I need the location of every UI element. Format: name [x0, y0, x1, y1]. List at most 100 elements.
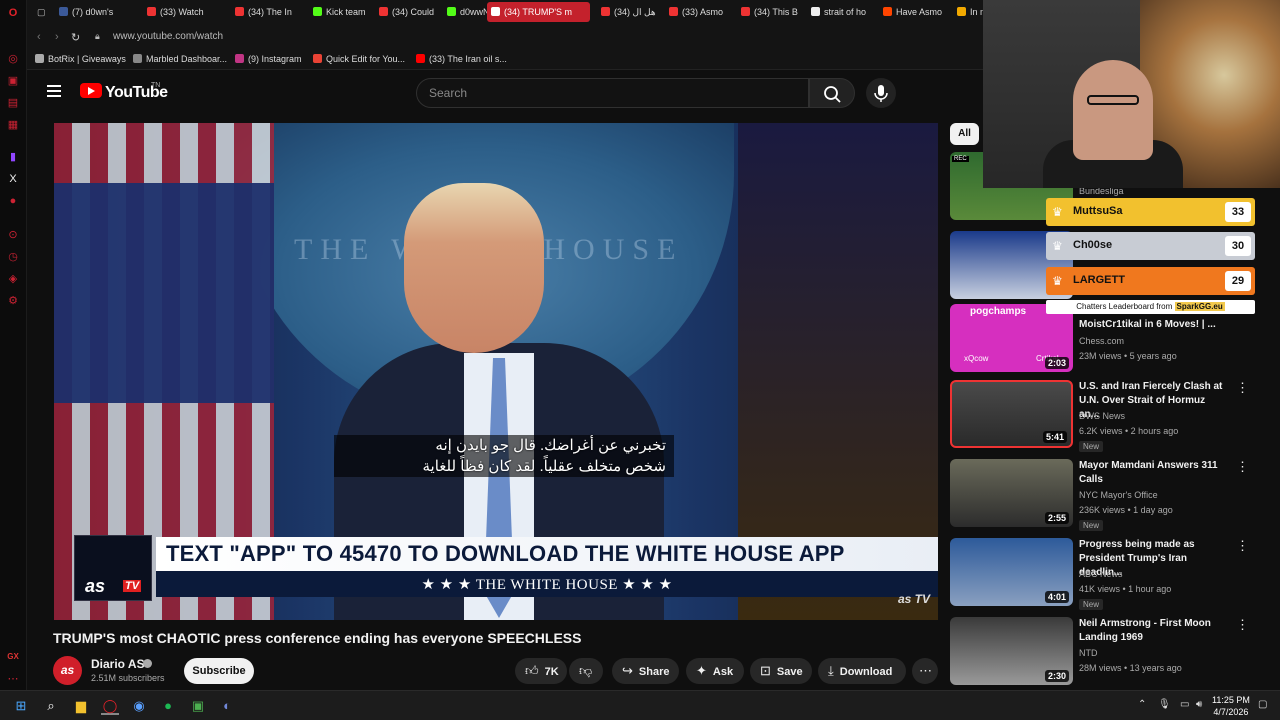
search-input[interactable]: Search	[416, 78, 809, 108]
bookmark[interactable]: Marbled Dashboar...	[133, 54, 227, 64]
sidebar-chat-icon[interactable]: ▤	[6, 96, 20, 110]
gx-icon[interactable]: GX	[6, 650, 20, 664]
notification-icon[interactable]: ▢	[1258, 699, 1267, 710]
opera-gx-icon[interactable]: ◯	[101, 697, 119, 715]
search-button[interactable]	[809, 78, 855, 108]
recommendation-item[interactable]: 2:30 Neil Armstrong - First Moon Landing…	[950, 617, 1250, 685]
tray-expand-icon[interactable]: ⌃	[1138, 699, 1146, 710]
sidebar-clock-icon[interactable]: ◷	[6, 250, 20, 264]
menu-icon[interactable]	[47, 85, 61, 97]
sidebar-news-icon[interactable]: ▦	[6, 118, 20, 132]
ask-button[interactable]: ✦ Ask	[686, 658, 744, 684]
kick-icon	[447, 7, 456, 16]
video-thumbnail[interactable]: 4:01	[950, 538, 1073, 606]
tab-menu-icon[interactable]: ▢	[33, 2, 49, 22]
tab[interactable]: strait of ho	[807, 2, 875, 22]
forward-icon[interactable]: ›	[55, 31, 59, 43]
voice-search-button[interactable]	[866, 78, 896, 108]
tab[interactable]: In m	[953, 2, 983, 22]
tab[interactable]: (34) This B	[737, 2, 803, 22]
sidebar-aria-icon[interactable]: ◎	[6, 52, 20, 66]
sidebar-settings-icon[interactable]: ⚙	[6, 294, 20, 308]
bookmark[interactable]: (9) Instagram	[235, 54, 302, 64]
rec-meta: 41K views • 1 hour ago	[1079, 584, 1172, 594]
thumb-text: pogchamps	[970, 306, 1027, 317]
channel-name[interactable]: Diario AS	[91, 657, 145, 671]
bookmark[interactable]: Quick Edit for You...	[313, 54, 405, 64]
app-icon[interactable]: ◉	[130, 697, 148, 715]
file-explorer-icon[interactable]: ▆	[72, 697, 90, 715]
x-twitter-icon[interactable]: X	[6, 172, 20, 186]
network-icon[interactable]: ▭	[1180, 699, 1189, 710]
sidebar-pin-icon[interactable]: ◈	[6, 272, 20, 286]
more-icon[interactable]: ⋮	[1236, 459, 1249, 475]
discord-icon[interactable]: ◐	[218, 697, 236, 715]
reload-icon[interactable]: ↻	[71, 31, 80, 44]
lower-third-banner: as TV TEXT "APP" TO 45470 TO DOWNLOAD TH…	[74, 535, 938, 601]
video-thumbnail[interactable]: 2:55	[950, 459, 1073, 527]
rec-title: Neil Armstrong - First Moon Landing 1969	[1079, 618, 1211, 643]
twitch-icon[interactable]: ▮	[6, 150, 20, 164]
browser-sidebar: O ◎ ▣ ▤ ▦ ▮ X ● ⊙ ◷ ◈ ⚙ GX ⋯	[0, 0, 27, 690]
opera-logo-icon[interactable]: O	[6, 6, 20, 20]
more-icon[interactable]: ⋮	[1236, 380, 1249, 396]
app-icon[interactable]: ▣	[189, 697, 207, 715]
bookmark[interactable]: BotRix | Giveaways	[35, 54, 126, 64]
save-button[interactable]: ⊡ Save	[750, 658, 812, 684]
bookmark[interactable]: (33) The Iran oil s...	[416, 54, 507, 64]
youtube-icon	[379, 7, 388, 16]
tab-active[interactable]: (34) TRUMP'S m	[487, 2, 590, 22]
recommendation-item[interactable]: 4:01 Progress being made as President Tr…	[950, 538, 1250, 610]
leaderboard-name: MuttsuSa	[1073, 205, 1123, 217]
tab[interactable]: (34) Could	[375, 2, 441, 22]
spotify-icon[interactable]: ●	[159, 697, 177, 715]
rec-meta: 236K views • 1 day ago	[1079, 505, 1173, 515]
video-thumbnail[interactable]: 2:30	[950, 617, 1073, 685]
url-field[interactable]: www.youtube.com/watch	[113, 31, 223, 42]
tab[interactable]: (34) The In	[231, 2, 307, 22]
rec-channel: NTD	[1079, 648, 1098, 658]
download-button[interactable]: ⤓ Download	[818, 658, 906, 684]
youtube-icon	[601, 7, 610, 16]
dislike-button[interactable]: 👎︎	[569, 658, 603, 684]
recommendation-item[interactable]: 2:55 Mayor Mamdani Answers 311 Calls NYC…	[950, 459, 1250, 531]
search-icon[interactable]: ⌕	[42, 697, 60, 715]
channel-avatar[interactable]: as	[53, 656, 82, 685]
leaderboard-score: 30	[1225, 236, 1251, 256]
thumbs-up-icon: 👍︎	[525, 663, 539, 678]
sparkgg-brand: SparkGG.eu	[1174, 302, 1225, 311]
share-button[interactable]: ↪ Share	[612, 658, 679, 684]
video-thumbnail[interactable]: 5:41	[950, 380, 1073, 448]
video-thumbnail[interactable]: pogchamps xQcow Crtikal 2:03	[950, 304, 1073, 372]
tab[interactable]: (7) d0wn's	[55, 2, 141, 22]
kick-icon	[313, 7, 322, 16]
sidebar-more-icon[interactable]: ⋯	[6, 672, 20, 686]
more-icon[interactable]: ⋮	[1236, 617, 1249, 633]
subscribe-button[interactable]: Subscribe	[184, 658, 254, 684]
recommendation-item[interactable]: 5:41 U.S. and Iran Fiercely Clash at U.N…	[950, 380, 1250, 452]
more-icon[interactable]: ⋮	[1236, 538, 1249, 554]
recommendation-item[interactable]: pogchamps xQcow Crtikal 2:03 MoistCr1tik…	[950, 304, 1250, 372]
filter-chip-all[interactable]: All	[950, 123, 979, 145]
tab[interactable]: (33) Watch	[143, 2, 229, 22]
more-actions-button[interactable]: ⋯	[912, 658, 938, 684]
rec-channel: ABC News	[1079, 569, 1123, 579]
system-clock[interactable]: 11:25 PM 4/7/2026	[1212, 694, 1250, 718]
tab[interactable]: (33) Asmo	[665, 2, 733, 22]
youtube-logo-icon[interactable]	[80, 83, 102, 98]
tv-badge: TV	[123, 580, 142, 592]
sidebar-history-icon[interactable]: ⊙	[6, 228, 20, 242]
video-player[interactable]: THE WHITE HOUSE تخبرني عن أغراضك. قال جو…	[54, 123, 938, 620]
windows-start-icon[interactable]: ⊞	[12, 697, 30, 715]
tab[interactable]: Have Asmo	[879, 2, 949, 22]
like-button[interactable]: 👍︎ 7K	[515, 658, 567, 684]
sidebar-bag-icon[interactable]: ▣	[6, 74, 20, 88]
tab[interactable]: (34) هل ال	[597, 2, 661, 22]
rec-meta: 23M views • 5 years ago	[1079, 351, 1177, 361]
volume-icon[interactable]: 🔊︎	[1196, 699, 1202, 710]
back-icon[interactable]: ‹	[37, 31, 41, 43]
sidebar-app-icon[interactable]: ●	[6, 194, 20, 208]
tab[interactable]: Kick team	[309, 2, 373, 22]
rec-title: Mayor Mamdani Answers 311 Calls	[1079, 460, 1218, 485]
microphone-icon[interactable]: 🎙︎	[1158, 699, 1171, 710]
